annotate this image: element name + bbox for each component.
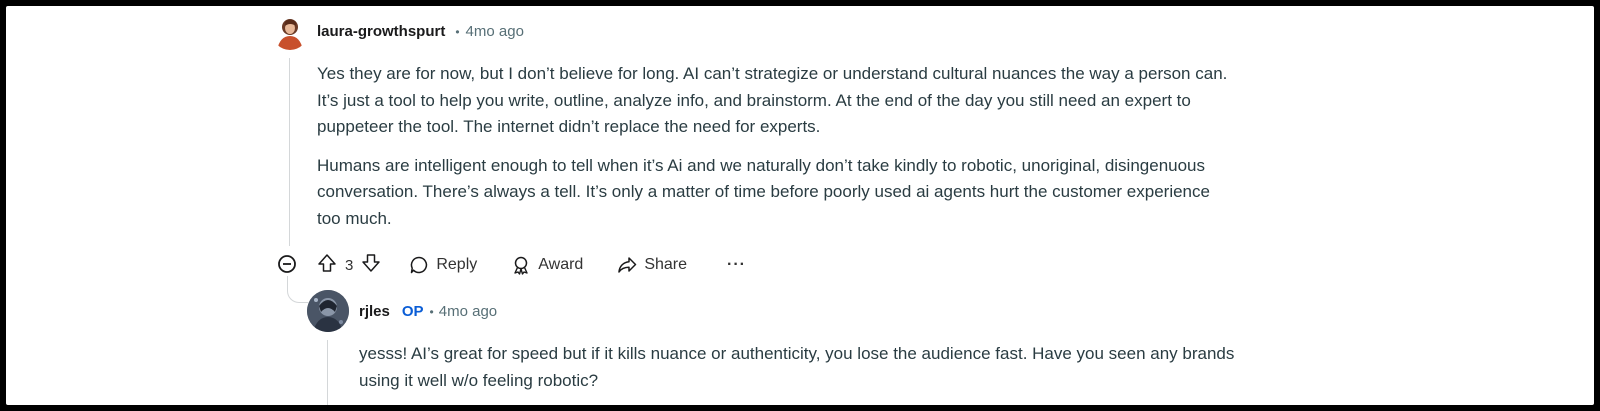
award-label: Award [538, 256, 584, 273]
minus-circle-icon [278, 255, 296, 273]
arrow-down-icon [362, 253, 381, 272]
author-name[interactable]: rjles [359, 303, 390, 320]
comment-actions: 3 Reply Award Share ··· [317, 253, 770, 278]
more-options-icon: ··· [727, 256, 746, 273]
more-options-button[interactable]: ··· [727, 256, 746, 274]
user-avatar[interactable] [307, 290, 349, 332]
arrow-up-icon [318, 253, 336, 272]
comment-timestamp[interactable]: 4mo ago [466, 23, 524, 40]
meta-separator: • [429, 304, 434, 319]
collapse-button[interactable] [277, 254, 297, 274]
vote-group: 3 [317, 253, 381, 278]
op-badge: OP [401, 303, 424, 320]
reply-button[interactable]: Reply [409, 255, 477, 275]
reply-meta: rjles OP • 4mo ago [359, 303, 497, 320]
meta-separator: • [455, 24, 460, 39]
comment-thread: laura-growthspurt • 4mo ago Yes they are… [6, 6, 1594, 405]
author-name[interactable]: laura-growthspurt [317, 23, 445, 40]
award-button[interactable]: Award [511, 255, 583, 275]
reply-body: yesss! AI’s great for speed but if it ki… [359, 341, 1239, 405]
comment-paragraph: Yes they are for now, but I don’t believ… [317, 64, 1228, 136]
thread-line[interactable] [327, 340, 328, 405]
thread-line[interactable] [289, 58, 290, 246]
comment-paragraph: Humans are intelligent enough to tell wh… [317, 155, 1210, 228]
reply-label: Reply [436, 256, 478, 273]
share-button[interactable]: Share [617, 255, 687, 275]
vote-count: 3 [345, 256, 354, 274]
user-avatar[interactable] [272, 14, 308, 50]
reply-paragraph: yesss! AI’s great for speed but if it ki… [359, 344, 1235, 390]
downvote-button[interactable] [361, 253, 381, 278]
share-arrow-icon [618, 257, 637, 273]
award-icon [514, 256, 528, 275]
comment-meta: laura-growthspurt • 4mo ago [317, 23, 524, 40]
upvote-button[interactable] [317, 253, 337, 278]
reply-timestamp[interactable]: 4mo ago [439, 303, 497, 320]
comment-body: Yes they are for now, but I don’t believ… [317, 61, 1237, 244]
speech-bubble-icon [411, 256, 428, 274]
thread-connector [287, 276, 308, 303]
share-label: Share [644, 256, 688, 273]
